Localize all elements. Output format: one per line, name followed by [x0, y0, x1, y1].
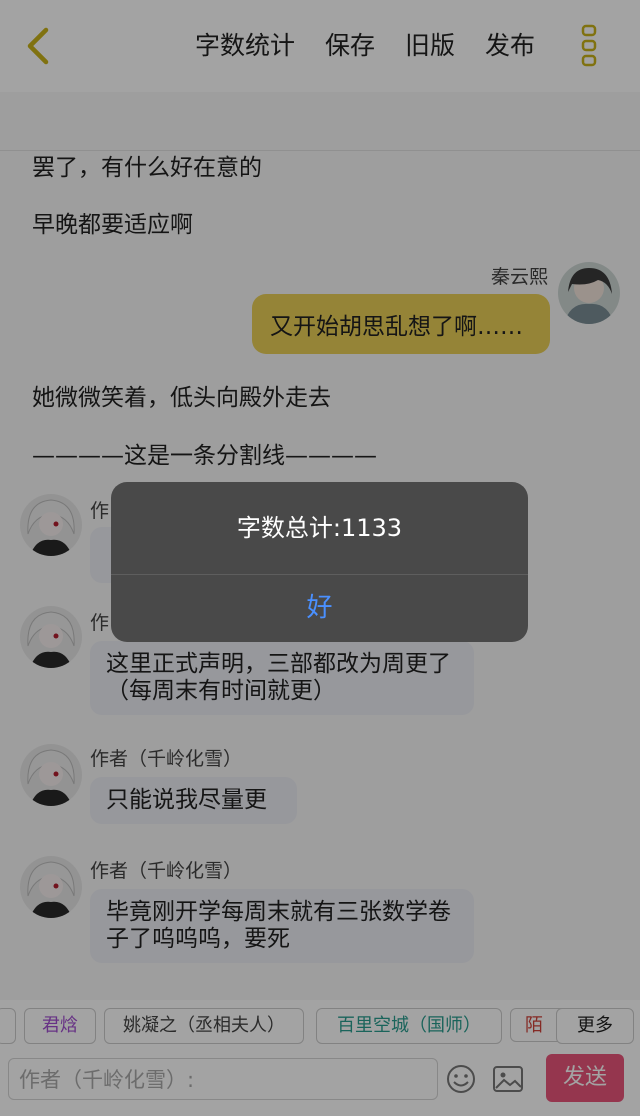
word-count-alert: 字数总计:1133 好	[111, 482, 528, 642]
alert-message: 字数总计:1133	[236, 514, 403, 542]
alert-ok-button[interactable]: 好	[111, 575, 528, 642]
